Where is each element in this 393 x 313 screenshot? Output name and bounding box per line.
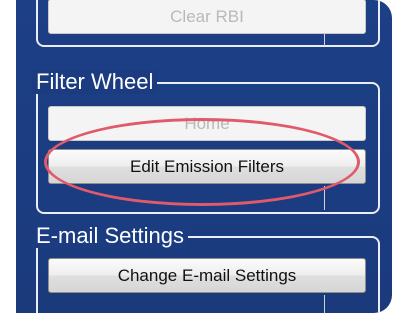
filter-wheel-group: Home Edit Emission Filters (36, 82, 380, 214)
edit-emission-filters-button[interactable]: Edit Emission Filters (48, 149, 366, 184)
email-settings-title: E-mail Settings (32, 224, 188, 248)
group-divider (324, 34, 325, 46)
group-divider (324, 186, 325, 210)
change-email-settings-button[interactable]: Change E-mail Settings (48, 258, 366, 293)
filter-wheel-title: Filter Wheel (32, 70, 158, 94)
home-button[interactable]: Home (48, 106, 366, 141)
clear-rbi-group: Clear RBI (36, 0, 380, 47)
clear-rbi-button[interactable]: Clear RBI (48, 0, 366, 34)
settings-panel: Clear RBI Home Edit Emission Filters Fil… (16, 0, 392, 313)
screenshot-frame: Clear RBI Home Edit Emission Filters Fil… (0, 0, 393, 313)
group-divider (324, 295, 325, 313)
